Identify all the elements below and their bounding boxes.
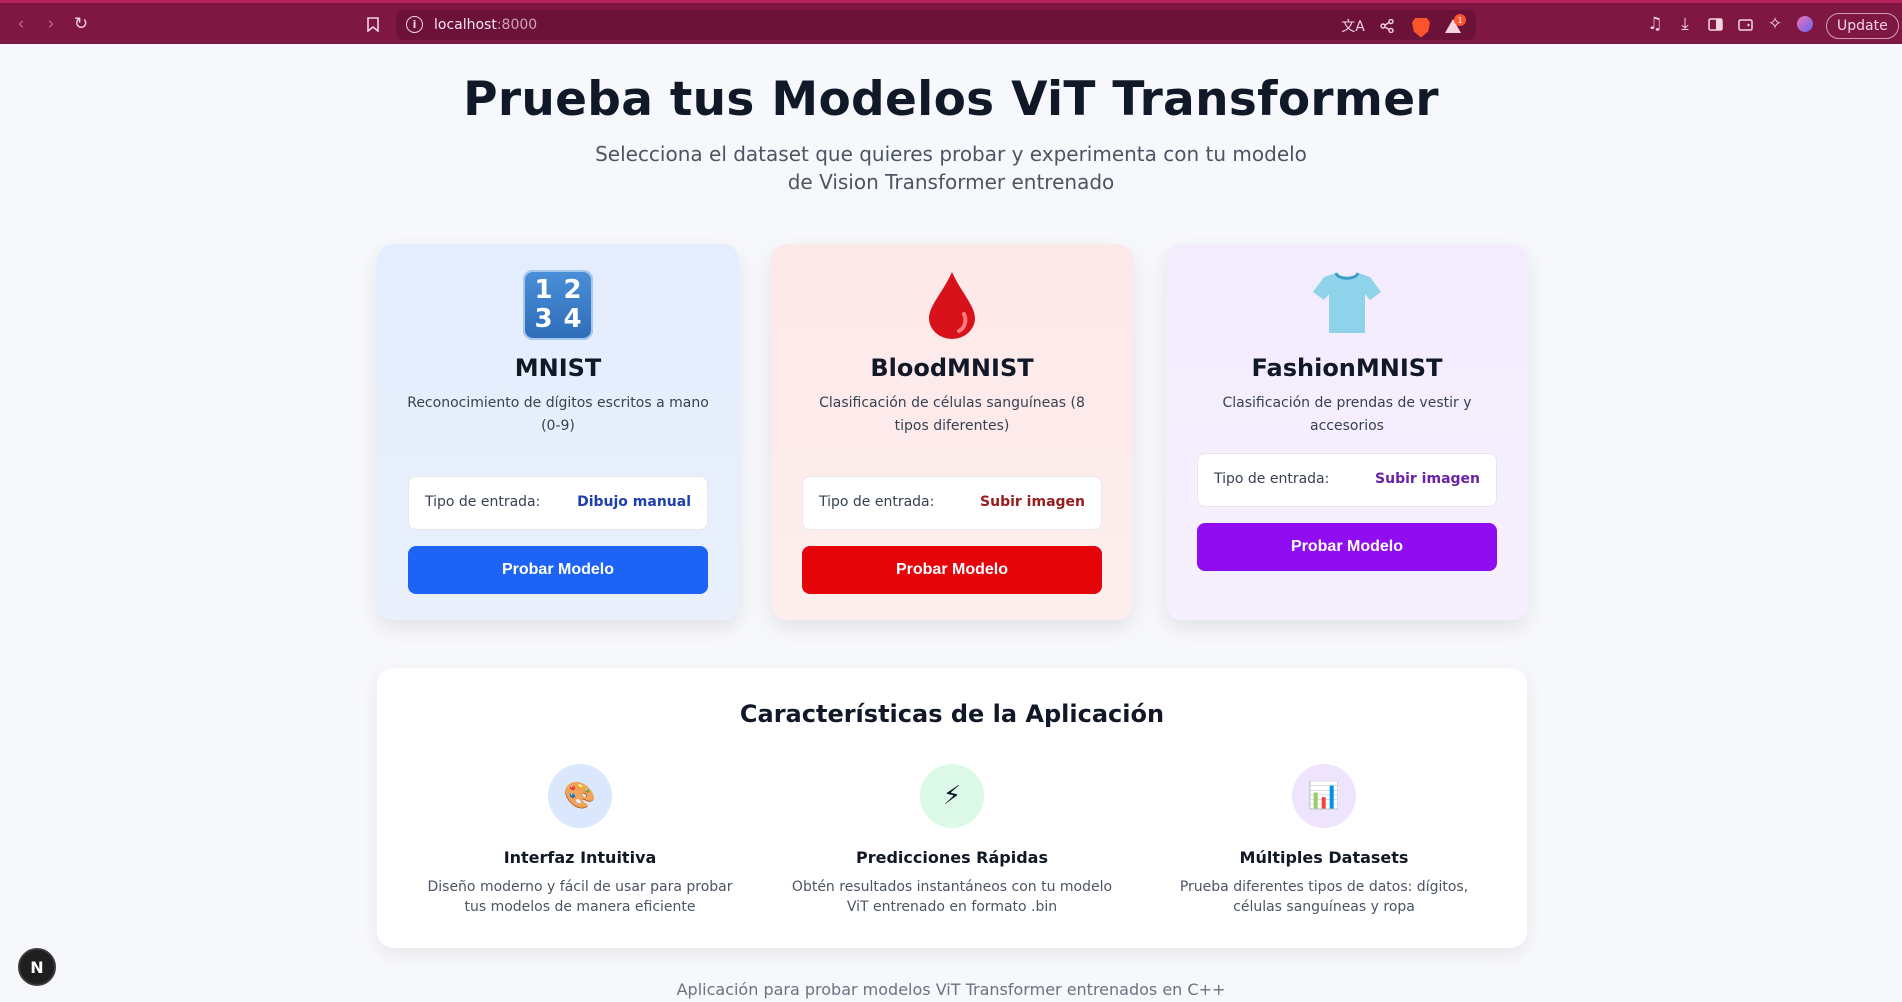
forward-icon[interactable]: › (36, 10, 66, 38)
profile-avatar[interactable] (1797, 16, 1813, 32)
nav-buttons: ‹ › ↻ (6, 10, 96, 38)
site-info-icon[interactable]: i (406, 16, 423, 33)
input-type-box: Tipo de entrada: Subir imagen (802, 476, 1102, 530)
leo-ai-icon[interactable]: ✧ (1760, 10, 1790, 38)
keycap-digit: 2 (563, 275, 582, 305)
feature-item: 📊 Múltiples Datasets Prueba diferentes t… (1159, 764, 1489, 917)
feature-text: Prueba diferentes tipos de datos: dígito… (1179, 879, 1469, 915)
page: Prueba tus Modelos ViT Transformer Selec… (0, 44, 1902, 1002)
dataset-name: BloodMNIST (870, 354, 1034, 382)
dataset-emoji (1166, 270, 1528, 336)
features-section: Características de la Aplicación 🎨 Inter… (377, 668, 1527, 948)
dataset-description: Reconocimiento de dígitos escritos a man… (407, 395, 709, 434)
download-icon[interactable]: ⤓ (1670, 10, 1700, 38)
probar-modelo-button-bloodmnist[interactable]: Probar Modelo (802, 546, 1102, 594)
back-icon[interactable]: ‹ (6, 10, 36, 38)
nextjs-dev-badge[interactable]: N (18, 948, 56, 986)
lightning-icon: ⚡ (920, 764, 984, 828)
keycap-1234-icon: 1 2 3 4 (523, 270, 593, 340)
blood-drop-icon (927, 270, 977, 340)
dataset-description: Clasificación de prendas de vestir y acc… (1222, 395, 1472, 434)
input-type-label: Tipo de entrada: (819, 494, 935, 510)
translate-icon[interactable]: 文A (1338, 12, 1368, 40)
page-subtitle: Selecciona el dataset que quieres probar… (595, 142, 1307, 194)
palette-icon: 🎨 (548, 764, 612, 828)
url-port: :8000 (496, 17, 538, 33)
browser-right-tools: ♫ ⤓ ✧ (1640, 10, 1820, 38)
browser-toolbar: ‹ › ↻ i localhost:8000 文A 1 ♫ ⤓ ✧ Update (0, 0, 1902, 44)
feature-item: 🎨 Interfaz Intuitiva Diseño moderno y fá… (415, 764, 745, 917)
keycap-digit: 1 (534, 275, 553, 305)
input-type-value: Dibujo manual (577, 494, 691, 510)
keycap-digit: 3 (534, 304, 553, 334)
reload-icon[interactable]: ↻ (66, 10, 96, 38)
feature-text: Obtén resultados instantáneos con tu mod… (791, 879, 1113, 915)
dataset-emoji: 1 2 3 4 (377, 270, 739, 340)
brave-rewards-icon[interactable]: 1 (1440, 12, 1466, 40)
rewards-badge: 1 (1454, 14, 1466, 26)
feature-title: Predicciones Rápidas (855, 848, 1048, 867)
features-title: Características de la Aplicación (739, 700, 1165, 728)
url-text[interactable]: localhost:8000 (434, 17, 537, 33)
feature-item: ⚡ Predicciones Rápidas Obtén resultados … (787, 764, 1117, 917)
bookmark-icon[interactable] (358, 10, 388, 38)
input-type-box: Tipo de entrada: Dibujo manual (408, 476, 708, 530)
url-host: localhost (434, 17, 497, 33)
keycap-digit: 4 (563, 304, 582, 334)
input-type-label: Tipo de entrada: (1214, 471, 1330, 487)
input-type-value: Subir imagen (1375, 471, 1480, 487)
dataset-name: FashionMNIST (1251, 354, 1443, 382)
dataset-card-fashionmnist: FashionMNIST Clasificación de prendas de… (1166, 244, 1528, 620)
input-type-value: Subir imagen (980, 494, 1085, 510)
brave-shields-icon[interactable] (1406, 12, 1436, 40)
page-title: Prueba tus Modelos ViT Transformer (463, 72, 1439, 127)
bookmark-area (358, 10, 388, 38)
probar-modelo-button-fashionmnist[interactable]: Probar Modelo (1197, 523, 1497, 571)
wallet-icon[interactable] (1730, 10, 1760, 38)
share-icon[interactable] (1372, 12, 1402, 40)
dataset-emoji (771, 270, 1133, 340)
dataset-description: Clasificación de células sanguíneas (8 t… (819, 395, 1085, 434)
update-button[interactable]: Update (1826, 13, 1899, 39)
input-type-box: Tipo de entrada: Subir imagen (1197, 453, 1497, 507)
media-icon[interactable]: ♫ (1640, 10, 1670, 38)
t-shirt-icon (1312, 270, 1382, 336)
feature-text: Diseño moderno y fácil de usar para prob… (427, 879, 733, 915)
input-type-label: Tipo de entrada: (425, 494, 541, 510)
dataset-card-bloodmnist: BloodMNIST Clasificación de células sang… (771, 244, 1133, 620)
address-bar[interactable]: i localhost:8000 文A 1 (396, 10, 1476, 40)
probar-modelo-button-mnist[interactable]: Probar Modelo (408, 546, 708, 594)
feature-title: Múltiples Datasets (1239, 848, 1409, 867)
sidebar-icon[interactable] (1700, 10, 1730, 38)
address-bar-tools: 文A 1 (1338, 12, 1466, 40)
dataset-card-mnist: 1 2 3 4 MNIST Reconocimiento de dígitos … (377, 244, 739, 620)
bar-chart-icon: 📊 (1292, 764, 1356, 828)
feature-title: Interfaz Intuitiva (503, 848, 657, 867)
footer-text: Aplicación para probar modelos ViT Trans… (676, 980, 1226, 999)
dataset-name: MNIST (514, 354, 602, 382)
